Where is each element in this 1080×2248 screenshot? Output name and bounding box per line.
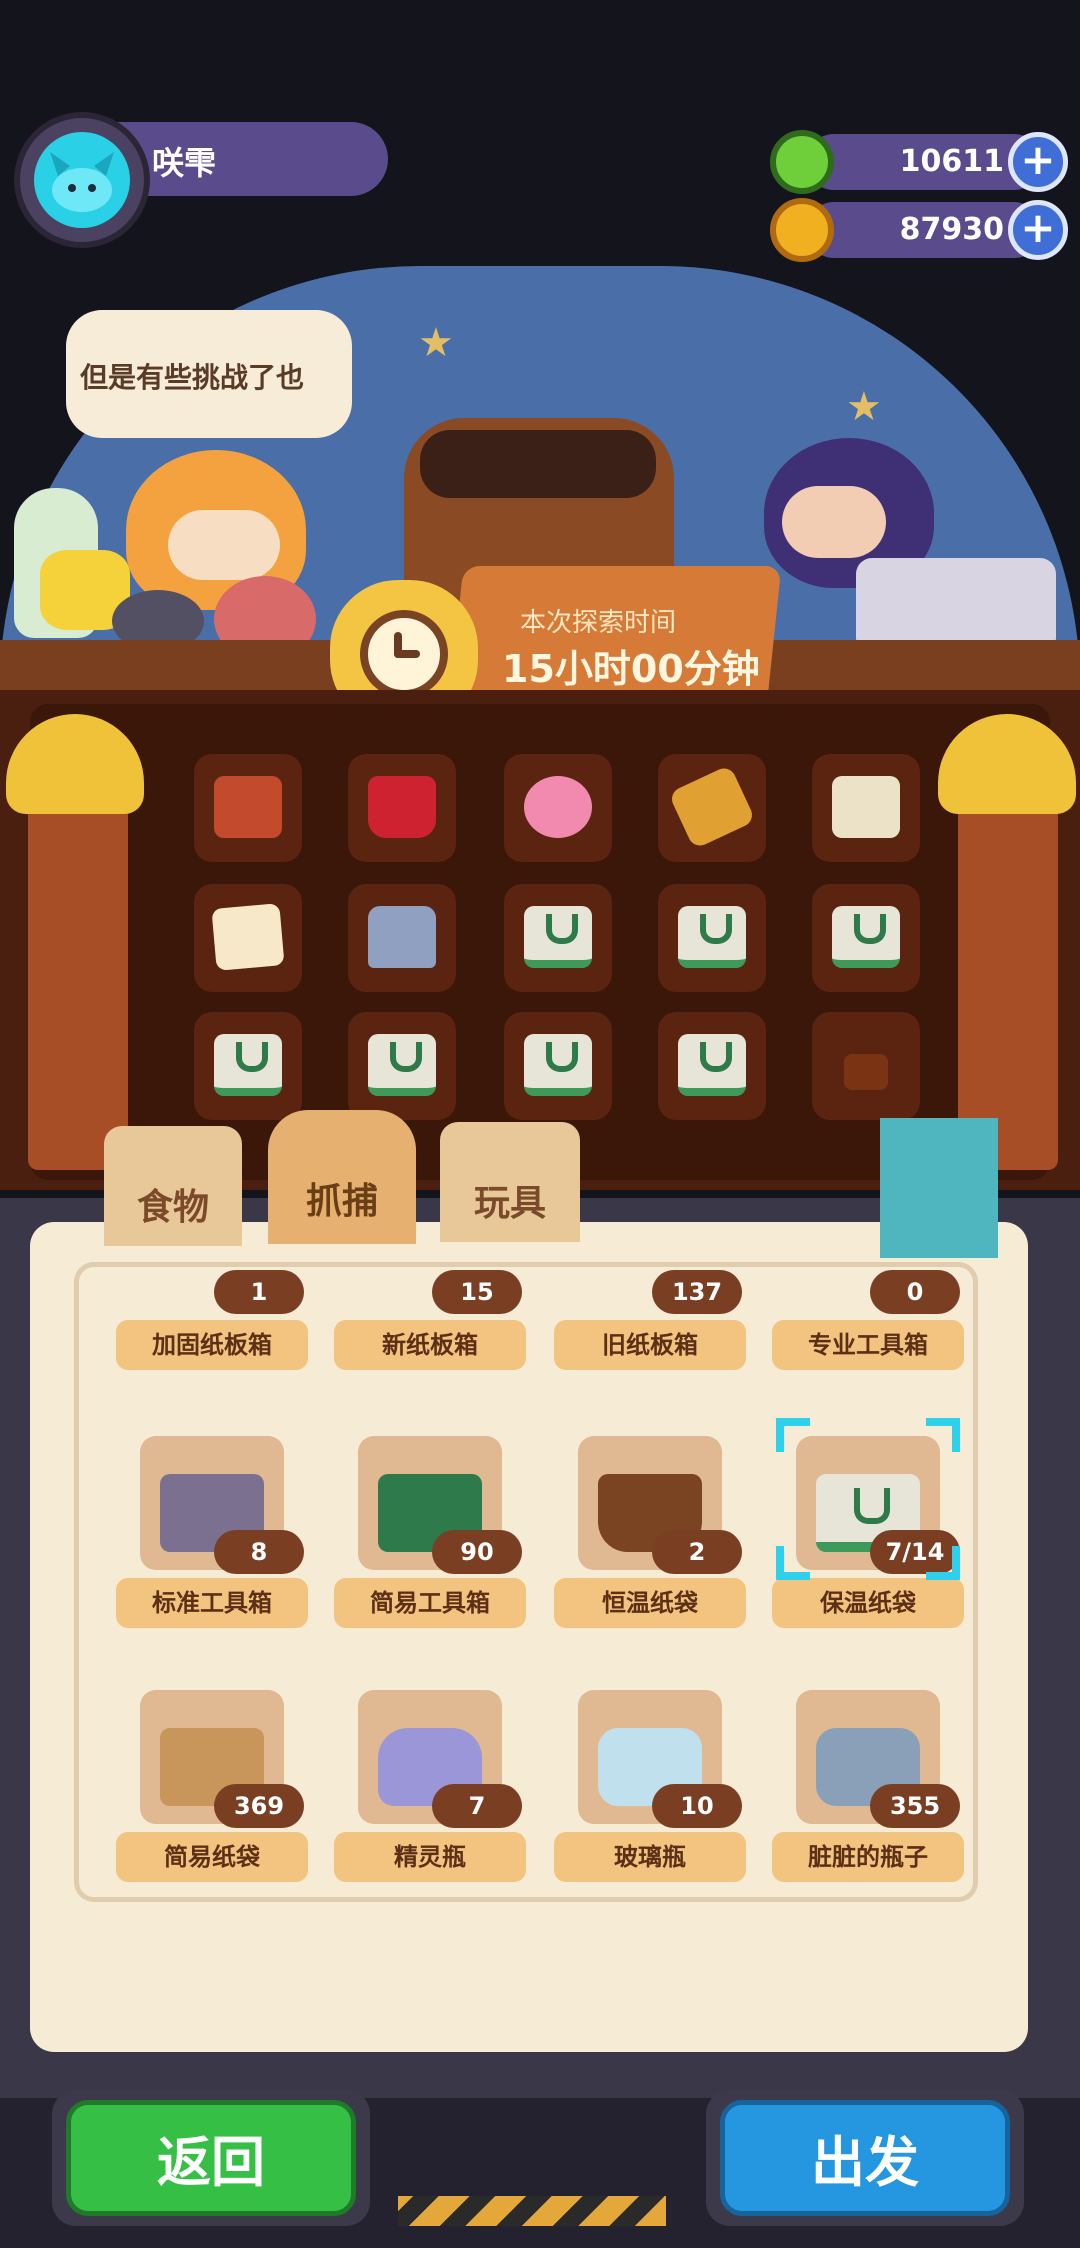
tab-catch[interactable]: 抓捕 <box>268 1110 416 1244</box>
locked-slot[interactable] <box>812 1012 920 1120</box>
star-decoration-icon: ★ <box>846 384 882 430</box>
add-planet-coin-button[interactable]: + <box>1008 200 1068 260</box>
purple-cat-face <box>782 486 886 558</box>
cat-face-icon <box>34 132 130 228</box>
equipped-slot[interactable] <box>194 1012 302 1120</box>
item-card[interactable]: 369 简易纸袋 <box>116 1690 308 1910</box>
thermal-bag-icon <box>524 1034 592 1096</box>
add-donut-coin-button[interactable]: + <box>1008 132 1068 192</box>
orange-cat-face <box>168 510 280 580</box>
bookmark-ribbon[interactable] <box>880 1118 998 1258</box>
equipped-slot[interactable] <box>658 1012 766 1120</box>
selection-corner <box>776 1418 810 1452</box>
speech-bubble-text: 但是有些挑战了也 <box>80 361 305 394</box>
equipped-slot[interactable] <box>812 884 920 992</box>
thermal-bag-icon <box>678 1034 746 1096</box>
equipped-slot[interactable] <box>194 884 302 992</box>
selection-corner <box>926 1546 960 1580</box>
equipped-slot[interactable] <box>348 1012 456 1120</box>
certificate-icon <box>832 776 900 838</box>
equipped-slot[interactable] <box>194 754 302 862</box>
food-basket-icon <box>214 776 282 838</box>
selection-corner <box>776 1546 810 1580</box>
star-decoration-icon: ★ <box>418 320 454 366</box>
flashlight-icon <box>668 764 756 850</box>
back-button[interactable]: 返回 <box>66 2100 356 2216</box>
right-fish-banner <box>958 790 1058 1170</box>
lock-icon <box>844 1054 888 1090</box>
equipped-slot[interactable] <box>348 754 456 862</box>
equipped-slot[interactable] <box>658 884 766 992</box>
go-button[interactable]: 出发 <box>720 2100 1010 2216</box>
sorry-note-icon <box>211 903 285 971</box>
thermal-bag-icon <box>214 1034 282 1096</box>
hazard-stripe <box>398 2196 666 2226</box>
tab-food[interactable]: 食物 <box>104 1126 242 1246</box>
flower-icon <box>524 776 592 838</box>
selection-corner <box>926 1418 960 1452</box>
equipped-slot[interactable] <box>504 1012 612 1120</box>
item-card[interactable]: 355 脏脏的瓶子 <box>772 1690 964 1910</box>
equipped-slot[interactable] <box>504 884 612 992</box>
item-card[interactable]: 2 恒温纸袋 <box>554 1436 746 1656</box>
donut-coin-value: 10611 <box>899 144 1004 179</box>
item-card[interactable]: 7 精灵瓶 <box>334 1690 526 1910</box>
red-potion-icon <box>368 776 436 838</box>
equipped-slot[interactable] <box>504 754 612 862</box>
tab-toy[interactable]: 玩具 <box>440 1122 580 1242</box>
thermal-bag-icon <box>524 906 592 968</box>
thermal-bag-icon <box>368 1034 436 1096</box>
item-card-selected[interactable]: 7/14 保温纸袋 <box>772 1418 964 1656</box>
clock-icon <box>360 610 448 698</box>
thermal-bag-icon <box>832 906 900 968</box>
equipped-slot[interactable] <box>348 884 456 992</box>
exploration-time-title: 本次探索时间 <box>520 608 677 638</box>
item-card[interactable]: 90 简易工具箱 <box>334 1436 526 1656</box>
item-card[interactable]: 8 标准工具箱 <box>116 1436 308 1656</box>
left-fish-banner <box>28 790 128 1170</box>
item-card[interactable]: 10 玻璃瓶 <box>554 1690 746 1910</box>
player-name: 咲雫 <box>152 144 217 182</box>
equipped-slot[interactable] <box>658 754 766 862</box>
backpack-flap <box>420 430 656 498</box>
thermal-bag-icon <box>678 906 746 968</box>
blender-icon <box>368 906 436 968</box>
equipped-slot[interactable] <box>812 754 920 862</box>
planet-coin-value: 87930 <box>899 212 1004 247</box>
